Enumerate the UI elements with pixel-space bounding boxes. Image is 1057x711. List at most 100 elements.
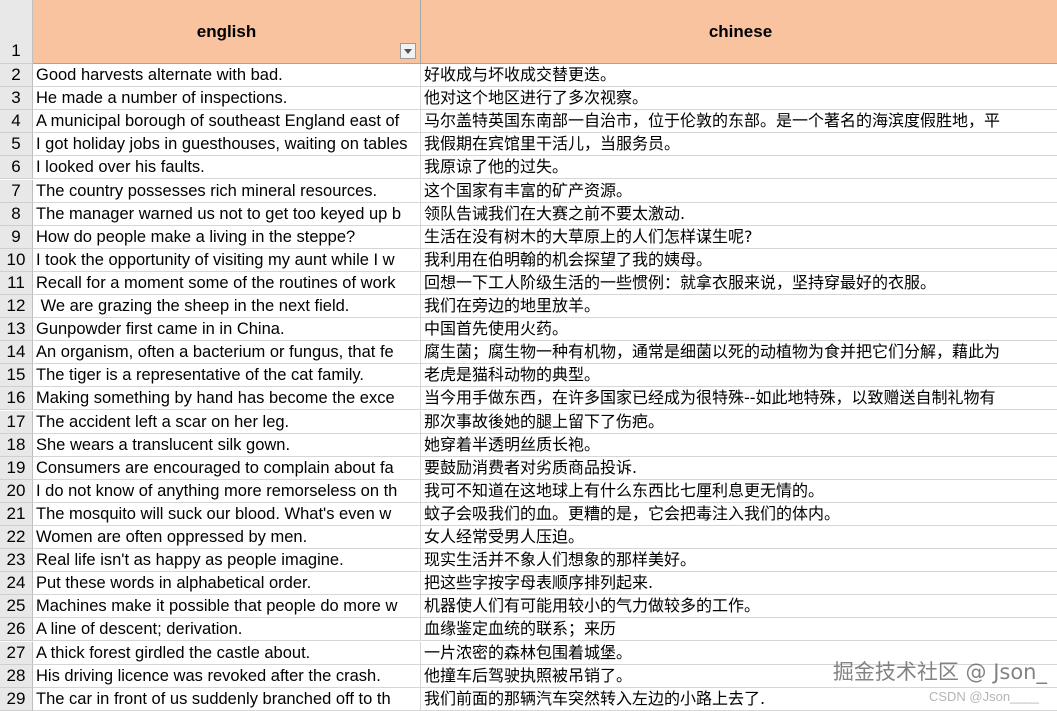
table-row: 24 Put these words in alphabetical order.… — [0, 572, 1057, 596]
cell-english[interactable]: Women are often oppressed by men. — [33, 526, 421, 550]
cell-english[interactable]: I do not know of anything more remorsele… — [33, 479, 421, 503]
cell-english[interactable]: Put these words in alphabetical order. — [33, 572, 421, 596]
cell-english[interactable]: I took the opportunity of visiting my au… — [33, 248, 421, 272]
table-row: 20 I do not know of anything more remorse… — [0, 479, 1057, 503]
cell-english[interactable]: The car in front of us suddenly branched… — [33, 687, 421, 711]
row-number[interactable]: 3 — [0, 87, 33, 111]
cell-english[interactable]: Recall for a moment some of the routines… — [33, 271, 421, 295]
row-number[interactable]: 2 — [0, 64, 33, 88]
cell-chinese[interactable]: 领队告诫我们在大赛之前不要太激动. — [421, 203, 1057, 226]
cell-chinese[interactable]: 现实生活并不象人们想象的那样美好。 — [421, 549, 1057, 573]
row-number[interactable]: 28 — [0, 664, 33, 688]
cell-chinese[interactable]: 马尔盖特英国东南部一自治市，位于伦敦的东部。是一个著名的海滨度假胜地，平 — [421, 110, 1057, 134]
cell-english[interactable]: The accident left a scar on her leg. — [33, 410, 421, 434]
row-number[interactable]: 21 — [0, 502, 33, 526]
cell-chinese[interactable]: 老虎是猫科动物的典型。 — [421, 364, 1057, 388]
table-row: 13 Gunpowder first came in in China. 中国首先使… — [0, 318, 1057, 342]
cell-english[interactable]: Good harvests alternate with bad. — [33, 64, 421, 88]
row-number[interactable]: 18 — [0, 433, 33, 457]
cell-english[interactable]: He made a number of inspections. — [33, 87, 421, 111]
cell-english[interactable]: How do people make a living in the stepp… — [33, 225, 421, 249]
row-number[interactable]: 17 — [0, 410, 33, 434]
row-number[interactable]: 11 — [0, 271, 33, 295]
row-number[interactable]: 13 — [0, 318, 33, 342]
row-number[interactable]: 24 — [0, 572, 33, 596]
cell-chinese[interactable]: 那次事故後她的腿上留下了伤疤。 — [421, 411, 1057, 434]
cell-english[interactable]: A thick forest girdled the castle about. — [33, 641, 421, 665]
cell-chinese[interactable]: 他对这个地区进行了多次视察。 — [421, 87, 1057, 111]
row-number[interactable]: 15 — [0, 364, 33, 388]
cell-chinese[interactable]: 当今用手做东西，在许多国家已经成为很特殊--如此地特殊，以致赠送自制礼物有 — [421, 387, 1057, 411]
row-number[interactable]: 19 — [0, 456, 33, 480]
row-number[interactable]: 27 — [0, 641, 33, 665]
cell-chinese[interactable]: 中国首先使用火药。 — [421, 318, 1057, 342]
cell-chinese[interactable]: 把这些字按字母表顺序排列起来. — [421, 572, 1057, 596]
row-number[interactable]: 14 — [0, 341, 33, 365]
filter-dropdown-button[interactable] — [400, 43, 416, 59]
cell-english[interactable]: A line of descent; derivation. — [33, 618, 421, 642]
cell-chinese[interactable]: 蚊子会吸我们的血。更糟的是，它会把毒注入我们的体内。 — [421, 503, 1057, 526]
cell-chinese[interactable]: 腐生菌；腐生物一种有机物，通常是细菌以死的动植物为食并把它们分解，藉此为 — [421, 341, 1057, 365]
cell-english[interactable]: The country possesses rich mineral resou… — [33, 179, 421, 203]
cell-english[interactable]: Real life isn't as happy as people imagi… — [33, 549, 421, 573]
cell-chinese[interactable]: 女人经常受男人压迫。 — [421, 526, 1057, 550]
table-row: 21 The mosquito will suck our blood. What… — [0, 502, 1057, 526]
cell-chinese[interactable]: 机器使人们有可能用较小的气力做较多的工作。 — [421, 595, 1057, 619]
cell-english[interactable]: Consumers are encouraged to complain abo… — [33, 456, 421, 480]
row-number[interactable]: 20 — [0, 479, 33, 503]
table-row: 7 The country possesses rich mineral reso… — [0, 179, 1057, 203]
cell-english[interactable]: I looked over his faults. — [33, 156, 421, 180]
table-row: 12 We are grazing the sheep in the next … — [0, 295, 1057, 319]
table-row: 18 She wears a translucent silk gown. 她穿着半… — [0, 433, 1057, 457]
cell-chinese[interactable]: 这个国家有丰富的矿产资源。 — [421, 180, 1057, 203]
cell-english[interactable]: The mosquito will suck our blood. What's… — [33, 502, 421, 526]
cell-english[interactable]: She wears a translucent silk gown. — [33, 433, 421, 457]
cell-english[interactable]: I got holiday jobs in guesthouses, waiti… — [33, 133, 421, 157]
header-row: 1 english chinese — [0, 0, 1057, 64]
cell-chinese[interactable]: 要鼓励消费者对劣质商品投诉. — [421, 457, 1057, 480]
cell-chinese[interactable]: 我利用在伯明翰的机会探望了我的姨母。 — [421, 249, 1057, 272]
cell-english[interactable]: The tiger is a representative of the cat… — [33, 364, 421, 388]
cell-english[interactable]: Machines make it possible that people do… — [33, 595, 421, 619]
row-number[interactable]: 4 — [0, 110, 33, 134]
row-number[interactable]: 7 — [0, 179, 33, 203]
row-number[interactable]: 23 — [0, 549, 33, 573]
cell-english[interactable]: An organism, often a bacterium or fungus… — [33, 341, 421, 365]
spreadsheet-grid: 1 english chinese 2 Good harvests alterna… — [0, 0, 1057, 711]
row-number[interactable]: 29 — [0, 687, 33, 711]
cell-english[interactable]: Making something by hand has become the … — [33, 387, 421, 411]
column-header-english[interactable]: english — [33, 0, 421, 64]
table-row: 3 He made a number of inspections. 他对这个地区进… — [0, 87, 1057, 111]
cell-chinese[interactable]: 血缘鉴定血统的联系；来历 — [421, 618, 1057, 642]
row-number[interactable]: 10 — [0, 248, 33, 272]
row-number[interactable]: 12 — [0, 295, 33, 319]
row-number[interactable]: 9 — [0, 225, 33, 249]
table-row: 5I got holiday jobs in guesthouses, wait… — [0, 133, 1057, 157]
row-number[interactable]: 5 — [0, 133, 33, 157]
cell-chinese[interactable]: 我可不知道在这地球上有什么东西比七厘利息更无情的。 — [421, 480, 1057, 503]
row-number[interactable]: 8 — [0, 202, 33, 226]
row-number[interactable]: 25 — [0, 595, 33, 619]
column-header-chinese[interactable]: chinese — [421, 0, 1057, 64]
cell-english[interactable]: Gunpowder first came in in China. — [33, 318, 421, 342]
table-row: 15 The tiger is a representative of the c… — [0, 364, 1057, 388]
cell-chinese[interactable]: 我假期在宾馆里干活儿，当服务员。 — [421, 133, 1057, 157]
cell-chinese[interactable]: 生活在没有树木的大草原上的人们怎样谋生呢? — [421, 226, 1057, 249]
row-number[interactable]: 6 — [0, 156, 33, 180]
cell-chinese[interactable]: 她穿着半透明丝质长袍。 — [421, 434, 1057, 457]
cell-english[interactable]: We are grazing the sheep in the next fie… — [33, 295, 421, 319]
cell-english[interactable]: His driving licence was revoked after th… — [33, 664, 421, 688]
row-number[interactable]: 22 — [0, 526, 33, 550]
table-row: 29 The car in front of us suddenly branch… — [0, 687, 1057, 711]
cell-english[interactable]: A municipal borough of southeast England… — [33, 110, 421, 134]
row-number[interactable]: 16 — [0, 387, 33, 411]
cell-chinese[interactable]: 回想一下工人阶级生活的一些惯例：就拿衣服来说，坚持穿最好的衣服。 — [421, 272, 1057, 295]
cell-chinese[interactable]: 我们在旁边的地里放羊。 — [421, 295, 1057, 319]
row-header-1[interactable]: 1 — [0, 0, 33, 64]
cell-english[interactable]: The manager warned us not to get too key… — [33, 202, 421, 226]
watermark-text: 掘金技术社区 @ Json_ — [832, 660, 1047, 684]
cell-chinese[interactable]: 好收成与坏收成交替更迭。 — [421, 64, 1057, 88]
watermark-subtext: CSDN @Json____ — [928, 689, 1039, 704]
cell-chinese[interactable]: 我原谅了他的过失。 — [421, 156, 1057, 180]
row-number[interactable]: 26 — [0, 618, 33, 642]
